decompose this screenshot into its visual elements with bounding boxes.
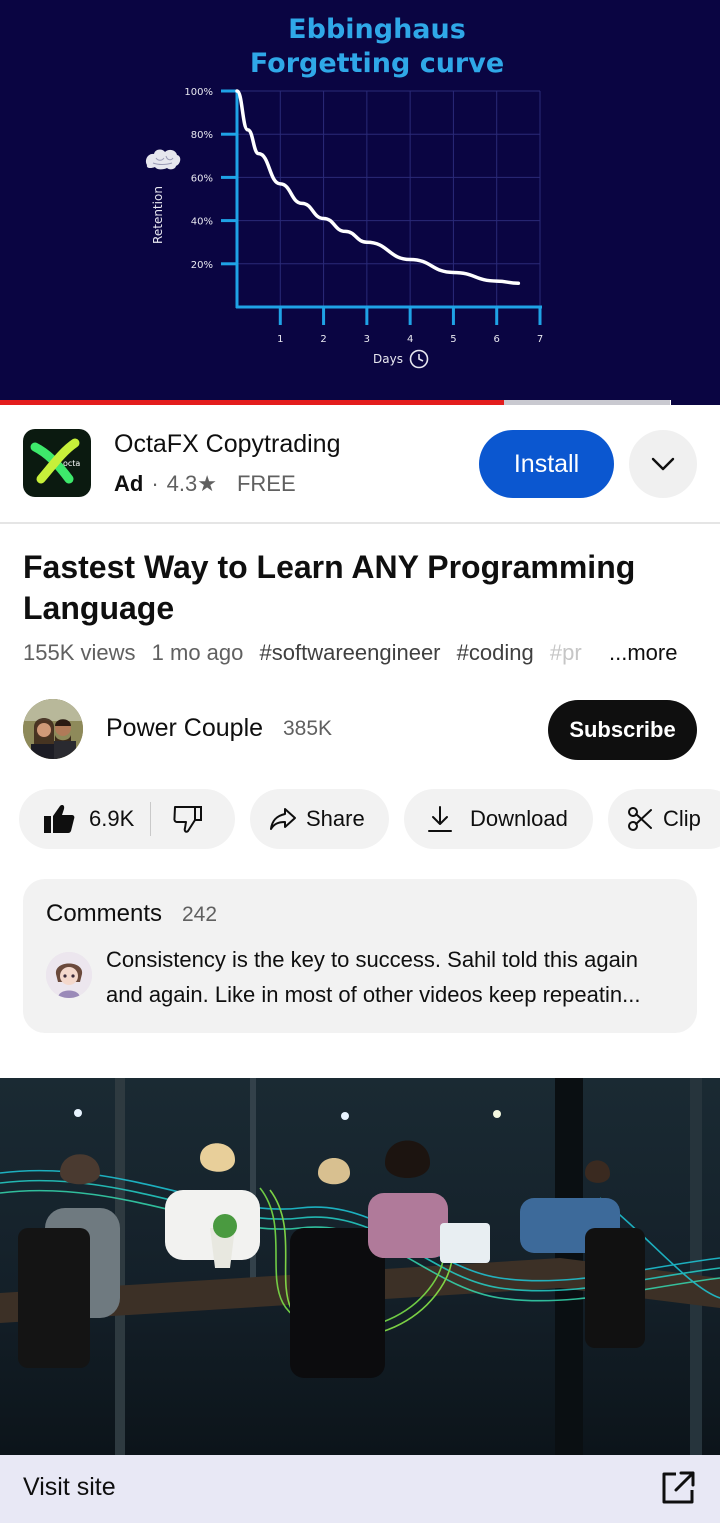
subscriber-count: 385K xyxy=(283,717,333,740)
share-icon xyxy=(270,808,296,830)
clip-label: Clip xyxy=(663,806,701,831)
x-tick-label: 7 xyxy=(537,334,543,345)
x-tick-label: 3 xyxy=(364,334,370,345)
y-tick-label: 40% xyxy=(191,217,213,228)
chevron-down-icon xyxy=(651,457,675,471)
forgetting-curve-chart: Ebbinghaus Forgetting curve 100% 80% 60% 40… xyxy=(145,14,543,369)
app-price: FREE xyxy=(236,471,296,496)
octafx-app-icon[interactable]: octa xyxy=(23,429,91,497)
comments-count: 242 xyxy=(182,903,218,926)
thumbnail-title-line1: Ebbinghaus xyxy=(288,14,466,45)
video-player[interactable]: Ebbinghaus Forgetting curve 100% 80% 60% 40… xyxy=(0,0,720,400)
thumbs-up-icon xyxy=(44,805,75,833)
y-tick-label: 60% xyxy=(191,173,213,184)
channel-name[interactable]: Power Couple xyxy=(106,714,263,743)
video-title[interactable]: Fastest Way to Learn ANY Programming Lan… xyxy=(23,547,683,629)
x-tick-label: 4 xyxy=(407,334,413,345)
chart-grid xyxy=(237,90,541,307)
ad-banner-image[interactable] xyxy=(0,1078,720,1455)
office-meeting-photo xyxy=(0,1078,720,1455)
subscribe-button[interactable]: Subscribe xyxy=(548,700,697,760)
video-progress-bar[interactable] xyxy=(0,400,720,405)
download-label: Download xyxy=(470,806,568,831)
like-button[interactable]: 6.9K xyxy=(19,789,134,849)
x-tick-label: 2 xyxy=(320,334,326,345)
meta-separator: · xyxy=(151,471,159,496)
retention-curve xyxy=(235,89,521,285)
ad-meta: Ad · 4.3 ★ FREE xyxy=(114,471,296,497)
visit-site-label[interactable]: Visit site xyxy=(23,1473,116,1502)
ad-expand-button[interactable] xyxy=(629,430,697,498)
clip-button[interactable]: Clip xyxy=(608,789,720,849)
x-tick-label: 1 xyxy=(277,334,283,345)
hashtag-softwareengineer[interactable]: #softwareengineer xyxy=(260,640,441,665)
app-rating: 4.3 xyxy=(166,471,198,496)
download-button[interactable]: Download xyxy=(404,789,593,849)
progress-played xyxy=(0,400,504,405)
install-button[interactable]: Install xyxy=(479,430,614,498)
share-label: Share xyxy=(306,806,365,831)
view-count: 155K views xyxy=(23,640,136,665)
hashtag-truncated[interactable]: #pr xyxy=(550,640,582,665)
star-icon: ★ xyxy=(197,471,217,496)
channel-avatar[interactable] xyxy=(23,699,83,759)
ad-app-name[interactable]: OctaFX Copytrading xyxy=(114,430,341,459)
progress-remaining xyxy=(671,400,720,405)
x-tick-label: 5 xyxy=(450,334,456,345)
ad-label: Ad xyxy=(114,471,144,496)
comments-label: Comments xyxy=(46,900,163,927)
scissors-icon xyxy=(628,807,652,831)
share-button[interactable]: Share xyxy=(250,789,389,849)
external-link-icon[interactable] xyxy=(660,1470,696,1506)
upload-age: 1 mo ago xyxy=(151,640,244,665)
dislike-button[interactable] xyxy=(151,789,223,849)
y-tick-label: 20% xyxy=(191,260,213,271)
hashtag-coding[interactable]: #coding xyxy=(457,640,534,665)
top-comment-text: Consistency is the key to success. Sahil… xyxy=(106,947,641,1007)
svg-text:octa: octa xyxy=(63,459,80,468)
divider xyxy=(0,522,720,524)
y-tick-labels: 100% 80% 60% 40% 20% xyxy=(184,87,213,271)
y-axis-label: Retention xyxy=(151,186,165,244)
thumbnail-title-line2: Forgetting curve xyxy=(250,48,504,79)
like-dislike-group: 6.9K xyxy=(19,789,235,849)
download-icon xyxy=(428,806,452,832)
clock-icon xyxy=(409,349,429,369)
chart-axes xyxy=(221,89,542,325)
commenter-avatar xyxy=(46,952,92,998)
thumbs-down-icon xyxy=(173,806,203,833)
x-axis-label: Days xyxy=(373,352,403,366)
brain-icon xyxy=(145,149,181,170)
x-tick-labels: 1 2 3 4 5 6 7 xyxy=(277,334,543,345)
like-count: 6.9K xyxy=(89,806,135,831)
x-tick-label: 6 xyxy=(494,334,500,345)
y-tick-label: 80% xyxy=(191,130,213,141)
more-link[interactable]: ...more xyxy=(609,640,678,666)
y-tick-label: 100% xyxy=(184,87,213,98)
